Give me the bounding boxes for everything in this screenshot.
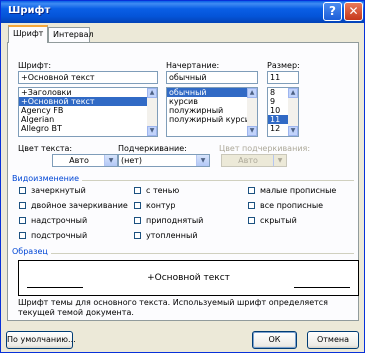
chevron-down-icon[interactable]: ▼ xyxy=(273,155,286,166)
ok-button[interactable]: ОК xyxy=(252,331,297,349)
superscript-label: надстрочный xyxy=(31,216,88,225)
strikethrough-label: зачеркнутый xyxy=(31,186,86,195)
underline-color-label: Цвет подчеркивания: xyxy=(219,144,311,153)
tab-font[interactable]: Шрифт xyxy=(8,25,48,43)
size-input[interactable]: 11 xyxy=(267,71,299,84)
preview-text: +Основной текст xyxy=(147,273,230,283)
preview-title: Образец xyxy=(12,247,51,256)
emboss-checkbox[interactable] xyxy=(134,217,141,224)
style-label: Начертание: xyxy=(166,61,220,70)
engrave-label: утопленный xyxy=(146,231,198,240)
style-list[interactable]: обычный курсив полужирный полужирный кур… xyxy=(166,87,258,137)
font-list-scrollbar[interactable]: ▲ ▼ xyxy=(147,88,157,136)
chevron-down-icon[interactable]: ▼ xyxy=(196,155,209,166)
cancel-button[interactable]: Отмена xyxy=(307,331,359,349)
scroll-down-icon[interactable]: ▼ xyxy=(147,126,157,136)
list-item[interactable]: +Основной текст xyxy=(19,97,157,106)
scroll-up-icon[interactable]: ▲ xyxy=(247,88,257,98)
font-tab-panel: Шрифт: +Основной текст +Заголовки +Основ… xyxy=(7,42,359,321)
strikethrough-checkbox[interactable] xyxy=(19,187,26,194)
preview-right-line xyxy=(294,287,350,288)
style-list-scrollbar[interactable]: ▲ ▼ xyxy=(247,88,257,136)
underline-select[interactable]: (нет) ▼ xyxy=(118,154,210,167)
help-icon[interactable]: ? xyxy=(323,2,342,21)
subscript-label: подстрочный xyxy=(31,231,88,240)
list-item[interactable]: Algerian xyxy=(19,115,157,124)
subscript-checkbox[interactable] xyxy=(19,232,26,239)
outline-label: контур xyxy=(146,201,176,210)
preview-left-line xyxy=(27,287,83,288)
emboss-label: приподнятый xyxy=(146,216,204,225)
underline-color-select[interactable]: Авто ▼ xyxy=(221,154,287,167)
list-item[interactable]: обычный xyxy=(167,88,257,97)
double-strikethrough-label: двойное зачеркивание xyxy=(31,201,128,210)
font-list[interactable]: +Заголовки +Основной текст Agency FB Alg… xyxy=(18,87,158,137)
list-item[interactable]: Allegro BT xyxy=(19,124,157,133)
engrave-checkbox[interactable] xyxy=(134,232,141,239)
scroll-up-icon[interactable]: ▲ xyxy=(147,88,157,98)
double-strikethrough-checkbox[interactable] xyxy=(19,202,26,209)
font-color-label: Цвет текста: xyxy=(18,144,73,153)
font-label: Шрифт: xyxy=(18,61,52,70)
chevron-down-icon[interactable]: ▼ xyxy=(104,155,117,166)
font-dialog: Шрифт ? ✕ Шрифт Интервал Шрифт: +Основно… xyxy=(0,0,365,353)
effects-title: Видоизменение xyxy=(12,174,83,183)
shadow-checkbox[interactable] xyxy=(134,187,141,194)
scroll-down-icon[interactable]: ▼ xyxy=(247,126,257,136)
all-caps-label: все прописные xyxy=(260,201,324,210)
hidden-checkbox[interactable] xyxy=(248,217,255,224)
scroll-up-icon[interactable]: ▲ xyxy=(288,88,298,98)
tab-spacing[interactable]: Интервал xyxy=(48,27,94,42)
list-item[interactable]: курсив xyxy=(167,97,257,106)
small-caps-label: малые прописные xyxy=(260,186,337,195)
small-caps-checkbox[interactable] xyxy=(248,187,255,194)
outline-checkbox[interactable] xyxy=(134,202,141,209)
font-name-input[interactable]: +Основной текст xyxy=(18,71,158,84)
size-list[interactable]: 8 9 10 11 12 ▲ ▼ xyxy=(267,87,299,137)
shadow-label: с тенью xyxy=(146,186,180,195)
list-item[interactable]: +Заголовки xyxy=(19,88,157,97)
default-button[interactable]: По умолчанию... xyxy=(6,331,76,349)
list-item[interactable]: полужирный курсив xyxy=(167,115,257,124)
underline-label: Подчеркивание: xyxy=(118,144,187,153)
close-icon[interactable]: ✕ xyxy=(344,2,363,21)
font-color-value: Авто xyxy=(69,156,89,165)
style-input[interactable]: обычный xyxy=(166,71,258,84)
all-caps-checkbox[interactable] xyxy=(248,202,255,209)
preview-divider xyxy=(12,253,354,254)
preview-box: +Основной текст xyxy=(18,260,359,296)
preview-note: Шрифт темы для основного текста. Использ… xyxy=(18,298,328,317)
list-item[interactable]: Agency FB xyxy=(19,106,157,115)
hidden-label: скрытый xyxy=(260,216,297,225)
superscript-checkbox[interactable] xyxy=(19,217,26,224)
size-list-scrollbar[interactable]: ▲ ▼ xyxy=(288,88,298,136)
size-label: Размер: xyxy=(267,61,300,70)
underline-color-value: Авто xyxy=(238,156,258,165)
title-bar[interactable]: Шрифт ? ✕ xyxy=(1,1,364,23)
window-title: Шрифт xyxy=(8,5,51,16)
scroll-down-icon[interactable]: ▼ xyxy=(288,126,298,136)
list-item[interactable]: полужирный xyxy=(167,106,257,115)
font-color-select[interactable]: Авто ▼ xyxy=(52,154,118,167)
underline-value: (нет) xyxy=(121,156,143,165)
